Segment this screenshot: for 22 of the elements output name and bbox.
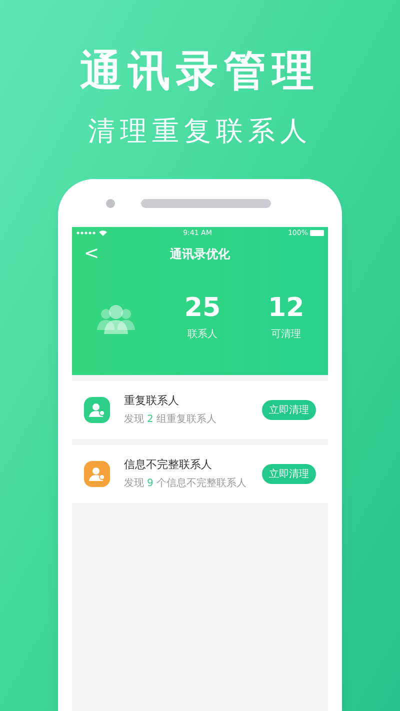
signal-icon bbox=[76, 231, 96, 235]
item-title: 重复联系人 bbox=[124, 392, 180, 409]
item-description: 发现 bbox=[124, 413, 144, 428]
item-count: 2 bbox=[147, 413, 154, 428]
clean-button[interactable]: 立即清理 bbox=[262, 464, 316, 484]
stat-label: 联系人 bbox=[187, 328, 218, 342]
clean-button[interactable]: 立即清理 bbox=[262, 400, 316, 420]
item-description: 个信息不完整联系人 bbox=[156, 476, 246, 492]
stat-label: 可清理 bbox=[271, 328, 302, 342]
wifi-icon bbox=[99, 230, 107, 236]
stat-value: 12 bbox=[268, 295, 304, 321]
item-description: 组重复联系人 bbox=[156, 412, 216, 428]
stat-value: 25 bbox=[184, 295, 221, 321]
subheadline: 清理重复联系人 bbox=[88, 118, 312, 145]
item-description: 发现 bbox=[124, 477, 144, 492]
item-count: 9 bbox=[147, 477, 154, 492]
screen-title: 通讯录优化 bbox=[170, 246, 230, 263]
battery-icon bbox=[310, 230, 324, 236]
item-title: 信息不完整联系人 bbox=[124, 456, 213, 473]
headline: 通讯录管理 bbox=[80, 50, 320, 92]
back-button[interactable]: < bbox=[84, 245, 100, 263]
people-icon bbox=[97, 304, 136, 334]
